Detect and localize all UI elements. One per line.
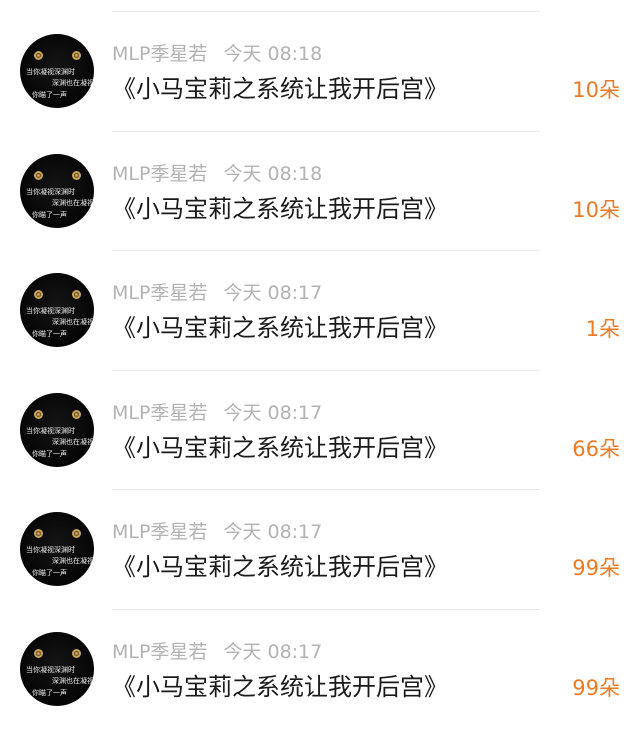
- username[interactable]: MLP季星若: [112, 43, 207, 65]
- avatar-caption-line: 你瞄了一声: [32, 688, 67, 697]
- username[interactable]: MLP季星若: [112, 282, 207, 304]
- item-meta: MLP季星若 今天 08:18: [112, 161, 322, 187]
- avatar[interactable]: 当你凝视深渊时 深渊也在凝视你 你瞄了一声: [20, 273, 94, 347]
- avatar-caption-line: 你瞄了一声: [32, 330, 67, 338]
- avatar-caption-line: 你瞄了一声: [32, 91, 67, 99]
- list-item[interactable]: 当你凝视深渊时 深渊也在凝视你 你瞄了一声 MLP季星若今天 08:17 《小马…: [0, 490, 640, 610]
- timestamp: 今天 08:17: [223, 640, 323, 663]
- timestamp: 今天 08:18: [223, 162, 323, 185]
- item-meta: MLP季星若 今天 08:17: [112, 400, 322, 426]
- eye-icon: [72, 529, 81, 538]
- book-title[interactable]: 《小马宝莉之系统让我开后宫》: [112, 550, 448, 584]
- username[interactable]: MLP季星若: [112, 402, 207, 424]
- book-title[interactable]: 《小马宝莉之系统让我开后宫》: [112, 431, 448, 465]
- avatar-caption-line: 当你凝视深渊时: [26, 307, 75, 315]
- timestamp: 今天 08:18: [223, 43, 323, 65]
- eye-icon: [72, 51, 81, 60]
- book-title[interactable]: 《小马宝莉之系统让我开后宫》: [112, 192, 448, 226]
- list-item[interactable]: 当你凝视深渊时 深渊也在凝视你 你瞄了一声 MLP季星若今天 08:17 《小马…: [0, 371, 640, 490]
- avatar-caption-line: 深渊也在凝视你: [52, 676, 94, 685]
- eye-icon: [34, 409, 43, 419]
- eye-icon: [72, 170, 81, 180]
- list-item[interactable]: 当你凝视深渊时 深渊也在凝视你 你瞄了一声 MLP季星若今天 08:18 《小马…: [0, 12, 640, 132]
- list-item[interactable]: 当你凝视深渊时 深渊也在凝视你 你瞄了一声 MLP季星若今天 08:18 《小马…: [0, 132, 640, 251]
- eye-icon: [72, 409, 81, 419]
- eye-icon: [72, 648, 81, 658]
- flower-count: 1朵: [585, 317, 620, 341]
- avatar[interactable]: 当你凝视深渊时 深渊也在凝视你 你瞄了一声: [20, 153, 94, 228]
- avatar[interactable]: 当你凝视深渊时 深渊也在凝视你 你瞄了一声: [20, 512, 94, 586]
- avatar-caption-line: 你瞄了一声: [32, 210, 67, 219]
- book-title[interactable]: 《小马宝莉之系统让我开后宫》: [112, 670, 448, 704]
- avatar[interactable]: 当你凝视深渊时 深渊也在凝视你 你瞄了一声: [20, 631, 94, 706]
- avatar-caption-line: 当你凝视深渊时: [26, 546, 75, 554]
- avatar-caption-line: 当你凝视深渊时: [26, 665, 75, 674]
- avatar[interactable]: 当你凝视深渊时 深渊也在凝视你 你瞄了一声: [20, 34, 94, 108]
- eye-icon: [34, 51, 43, 60]
- eye-icon: [34, 170, 43, 180]
- avatar-caption-line: 你瞄了一声: [32, 449, 67, 458]
- avatar-caption-line: 深渊也在凝视你: [52, 557, 94, 565]
- eye-icon: [34, 290, 43, 299]
- list-item[interactable]: 当你凝视深渊时 深渊也在凝视你 你瞄了一声 MLP季星若今天 08:17 《小马…: [0, 610, 640, 730]
- flower-count: 99朵: [572, 675, 620, 700]
- username[interactable]: MLP季星若: [112, 641, 207, 663]
- book-title[interactable]: 《小马宝莉之系统让我开后宫》: [112, 72, 448, 106]
- flower-count: 99朵: [572, 556, 620, 580]
- book-title[interactable]: 《小马宝莉之系统让我开后宫》: [112, 311, 448, 345]
- username[interactable]: MLP季星若: [112, 163, 207, 185]
- item-meta: MLP季星若 今天 08:18: [112, 41, 322, 67]
- eye-icon: [34, 529, 43, 538]
- avatar-caption-line: 你瞄了一声: [32, 569, 67, 577]
- flower-count: 66朵: [572, 436, 620, 461]
- avatar-caption-line: 当你凝视深渊时: [26, 68, 75, 76]
- avatar-caption-line: 深渊也在凝视你: [52, 437, 94, 446]
- item-meta: MLP季星若 今天 08:17: [112, 519, 322, 545]
- eye-icon: [34, 648, 43, 658]
- avatar-caption-line: 深渊也在凝视你: [52, 198, 94, 207]
- eye-icon: [72, 290, 81, 299]
- avatar-caption-line: 当你凝视深渊时: [26, 187, 75, 196]
- avatar-caption-line: 深渊也在凝视你: [52, 318, 94, 326]
- item-meta: MLP季星若 今天 08:17: [112, 280, 322, 306]
- timestamp: 今天 08:17: [223, 282, 323, 304]
- flower-count: 10朵: [572, 78, 620, 102]
- list-item[interactable]: 当你凝视深渊时 深渊也在凝视你 你瞄了一声 MLP季星若今天 08:17 《小马…: [0, 251, 640, 371]
- item-meta: MLP季星若 今天 08:17: [112, 639, 322, 665]
- username[interactable]: MLP季星若: [112, 521, 207, 543]
- gift-record-list: 当你凝视深渊时 深渊也在凝视你 你瞄了一声 MLP季星若今天 08:18 《小马…: [0, 12, 640, 729]
- avatar-caption-line: 深渊也在凝视你: [52, 79, 94, 87]
- avatar-caption-line: 当你凝视深渊时: [26, 426, 75, 435]
- flower-count: 10朵: [572, 197, 620, 222]
- timestamp: 今天 08:17: [223, 521, 323, 543]
- avatar[interactable]: 当你凝视深渊时 深渊也在凝视你 你瞄了一声: [20, 392, 94, 467]
- timestamp: 今天 08:17: [223, 401, 323, 424]
